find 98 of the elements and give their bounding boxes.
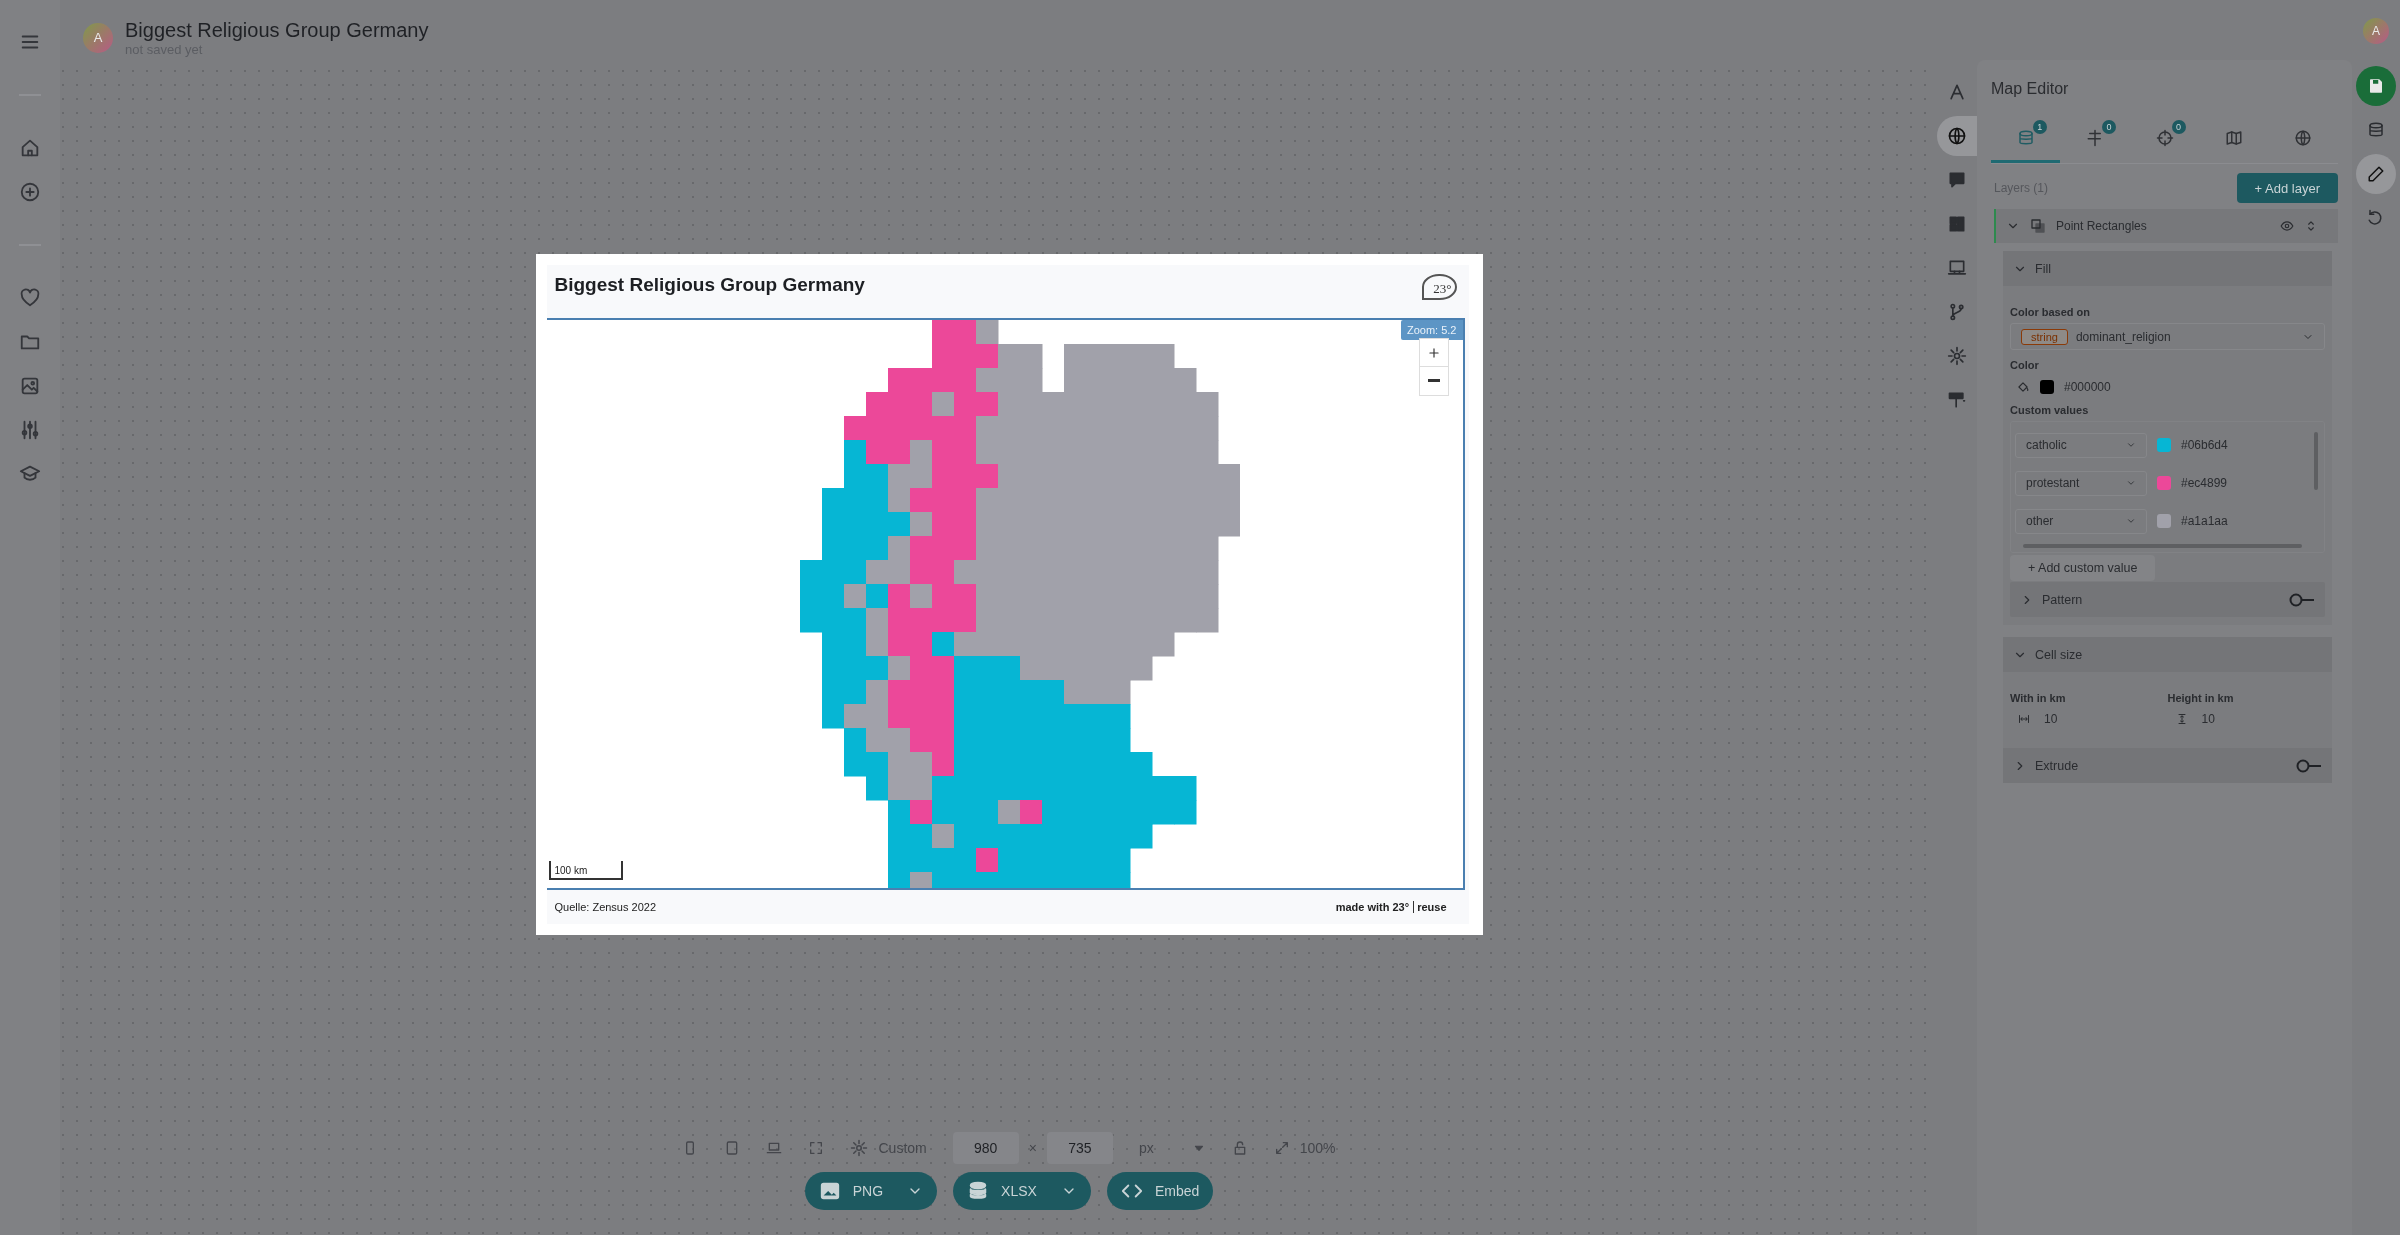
credit-text: made with 23° xyxy=(1335,901,1410,913)
globe-icon xyxy=(1947,126,1967,146)
section-title: Cell size xyxy=(2035,647,2084,662)
width-icon xyxy=(2018,713,2030,725)
eye-icon[interactable] xyxy=(2280,219,2294,233)
chevron-down-icon xyxy=(2126,440,2136,450)
chevron-down-icon xyxy=(2126,478,2136,488)
value-select[interactable]: protestant xyxy=(2015,470,2147,496)
panel-title: Map Editor xyxy=(1991,79,2070,99)
save-icon xyxy=(2367,77,2385,95)
section-header[interactable]: Fill xyxy=(2003,251,2332,286)
value-select[interactable]: catholic xyxy=(2015,432,2147,458)
paint-roller-icon xyxy=(1947,390,1967,410)
source-text: Quelle: Zensus 2022 xyxy=(554,901,656,913)
fullscreen-icon[interactable] xyxy=(808,1140,825,1156)
export-button[interactable]: XLSX xyxy=(953,1172,1091,1210)
add-circle-icon[interactable] xyxy=(19,181,41,203)
color-swatch[interactable] xyxy=(2040,380,2054,394)
toggle-switch[interactable] xyxy=(2289,592,2315,607)
home-icon[interactable] xyxy=(19,137,41,159)
branch-icon xyxy=(1947,302,1967,322)
add-custom-value-button[interactable]: + Add custom value xyxy=(2010,555,2156,581)
user-avatar[interactable]: A xyxy=(2363,18,2389,44)
color-value: #a1a1aa xyxy=(2181,514,2228,528)
section-header[interactable]: Cell size xyxy=(2003,637,2332,672)
layers-icon xyxy=(2016,129,2035,147)
color-swatch[interactable] xyxy=(2157,514,2171,528)
plus-icon xyxy=(1426,346,1441,360)
globe-icon xyxy=(2294,129,2313,147)
text-icon xyxy=(1947,82,1967,102)
project-title: Biggest Religious Group Germany xyxy=(125,18,429,42)
width-field[interactable]: 980 xyxy=(952,1132,1019,1164)
times-sign: × xyxy=(1028,1140,1037,1156)
toggle-switch[interactable] xyxy=(2296,758,2322,773)
field-label: Height in km xyxy=(2167,692,2235,704)
height-icon xyxy=(2175,713,2188,725)
image-icon[interactable] xyxy=(19,375,41,397)
save-button[interactable] xyxy=(2356,66,2396,106)
squares-icon xyxy=(2030,218,2046,234)
layer-row[interactable]: Point Rectangles xyxy=(1994,209,2338,243)
add-layer-button[interactable]: + Add layer xyxy=(2236,173,2338,203)
count-badge: 1 xyxy=(2032,120,2047,134)
logo: 23° xyxy=(1422,274,1457,300)
field-label: With in km xyxy=(2010,692,2067,704)
user-avatar[interactable]: A xyxy=(83,22,113,53)
map-title: Biggest Religious Group Germany xyxy=(554,274,865,296)
database-icon xyxy=(2367,121,2385,139)
attribute-select[interactable]: string dominant_religion xyxy=(2010,323,2325,350)
section-title: Pattern xyxy=(2042,592,2084,607)
reuse-link[interactable]: reuse xyxy=(1413,901,1447,913)
map-icon xyxy=(2224,129,2243,147)
export-button[interactable]: Embed xyxy=(1106,1172,1214,1210)
count-badge: 0 xyxy=(2171,120,2186,134)
unit-select[interactable]: px xyxy=(1138,1140,1154,1156)
screen-icon xyxy=(1947,258,1967,278)
zoom-label: Zoom: 5.2 xyxy=(1400,320,1463,340)
width-input[interactable]: 10 xyxy=(2044,712,2058,726)
editor-tab[interactable]: 1 xyxy=(1991,116,2061,163)
color-swatch[interactable] xyxy=(2157,438,2171,452)
value-select[interactable]: other xyxy=(2015,508,2147,534)
paint-bucket-icon xyxy=(2016,380,2030,394)
section-title: Extrude xyxy=(2035,758,2080,773)
scale-bar: 100 km xyxy=(548,861,623,880)
type-tag: string xyxy=(2021,328,2068,345)
section-title: Fill xyxy=(2035,261,2052,276)
minus-icon xyxy=(1427,379,1440,383)
attribute-value: dominant_religion xyxy=(2075,329,2172,344)
height-input[interactable]: 10 xyxy=(2201,712,2215,726)
export-button[interactable]: PNG xyxy=(804,1172,938,1210)
field-label: Custom values xyxy=(2010,404,2090,416)
heart-icon[interactable] xyxy=(19,287,41,309)
field-label: Color based on xyxy=(2010,306,2092,318)
color-swatch[interactable] xyxy=(2157,476,2171,490)
section-header[interactable]: Extrude xyxy=(2003,748,2332,783)
layer-name: Point Rectangles xyxy=(2056,219,2148,233)
pencil-icon xyxy=(2367,165,2385,183)
crosshair-icon xyxy=(2155,129,2174,147)
field-label: Color xyxy=(2010,359,2040,371)
editor-tab[interactable]: 0 xyxy=(2129,116,2200,160)
height-field[interactable]: 735 xyxy=(1046,1132,1113,1164)
pencil-button[interactable] xyxy=(2356,154,2396,194)
chevron-down-icon xyxy=(2126,516,2136,526)
zoom-percent: 100% xyxy=(1299,1140,1336,1156)
sliders-icon[interactable] xyxy=(19,419,41,441)
color-value: #06b6d4 xyxy=(2181,438,2228,452)
zoom-out-button[interactable] xyxy=(1418,366,1449,396)
tool-tab[interactable] xyxy=(1937,116,1977,156)
resize-icon[interactable] xyxy=(1273,1140,1290,1156)
color-value: #ec4899 xyxy=(2181,476,2228,490)
editor-tab[interactable]: 0 xyxy=(2060,116,2130,160)
laptop-icon[interactable] xyxy=(766,1140,783,1156)
image-icon xyxy=(818,1180,841,1202)
chat-icon xyxy=(1947,170,1967,190)
size-preset[interactable]: Custom xyxy=(878,1140,927,1156)
layout-icon xyxy=(1947,214,1967,234)
color-value: #000000 xyxy=(2064,380,2111,394)
section-header[interactable]: Pattern xyxy=(2010,582,2325,617)
count-badge: 0 xyxy=(2102,120,2117,134)
